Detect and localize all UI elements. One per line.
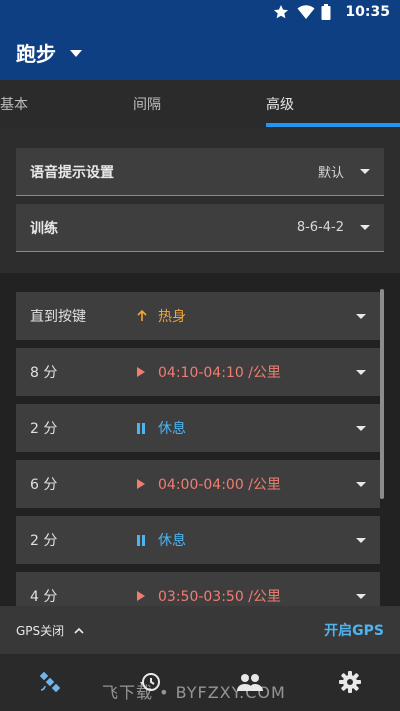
voice-prompt-setting[interactable]: 语音提示设置 默认 [16, 148, 384, 196]
play-icon [136, 591, 158, 601]
wifi-icon [297, 4, 315, 20]
workout-step[interactable]: 6 分 04:00-04:00 /公里 [16, 460, 380, 508]
status-bar: 10:35 [0, 0, 400, 24]
tab-interval[interactable]: 间隔 [80, 80, 214, 128]
satellite-icon[interactable] [36, 668, 64, 696]
activity-title[interactable]: 跑步 [16, 38, 56, 67]
workout-step[interactable]: 直到按键 热身 [16, 292, 380, 340]
pause-icon [136, 534, 158, 546]
gps-bar: GPS关闭 开启GPS [0, 606, 400, 654]
pause-icon [136, 422, 158, 434]
watermark: 飞下载 • BYFZXY.COM [102, 683, 286, 702]
enable-gps-button[interactable]: 开启GPS [324, 620, 384, 640]
voice-prompt-value: 默认 [317, 166, 344, 181]
gps-status: GPS关闭 [16, 623, 65, 638]
workout-step[interactable]: 8 分 04:10-04:10 /公里 [16, 348, 380, 396]
chevron-down-icon [356, 481, 366, 487]
training-setting[interactable]: 训练 8-6-4-2 [16, 204, 384, 252]
gear-icon[interactable] [336, 668, 364, 696]
chevron-down-icon [356, 369, 366, 375]
training-value: 8-6-4-2 [296, 220, 344, 235]
play-icon [136, 367, 158, 377]
chevron-down-icon [360, 169, 370, 174]
play-icon [136, 479, 158, 489]
tab-bar: 基本 间隔 高级 [0, 80, 400, 128]
tab-basic[interactable]: 基本 [0, 80, 81, 128]
workout-step[interactable]: 2 分 休息 [16, 404, 380, 452]
tab-indicator [266, 123, 400, 127]
battery-icon [321, 4, 337, 20]
chevron-up-icon[interactable] [74, 623, 84, 637]
arrow-up-icon [136, 310, 158, 322]
workout-step[interactable]: 2 分 休息 [16, 516, 380, 564]
star-icon [273, 4, 289, 20]
app-bar: 跑步 [0, 24, 400, 80]
chevron-down-icon [356, 313, 366, 319]
chevron-down-icon [356, 425, 366, 431]
chevron-down-icon [356, 593, 366, 599]
tab-advanced[interactable]: 高级 [213, 80, 347, 128]
chevron-down-icon [360, 225, 370, 230]
scrollbar[interactable] [380, 289, 384, 499]
status-time: 10:35 [345, 4, 390, 20]
activity-dropdown-caret[interactable] [70, 43, 82, 62]
chevron-down-icon [356, 537, 366, 543]
